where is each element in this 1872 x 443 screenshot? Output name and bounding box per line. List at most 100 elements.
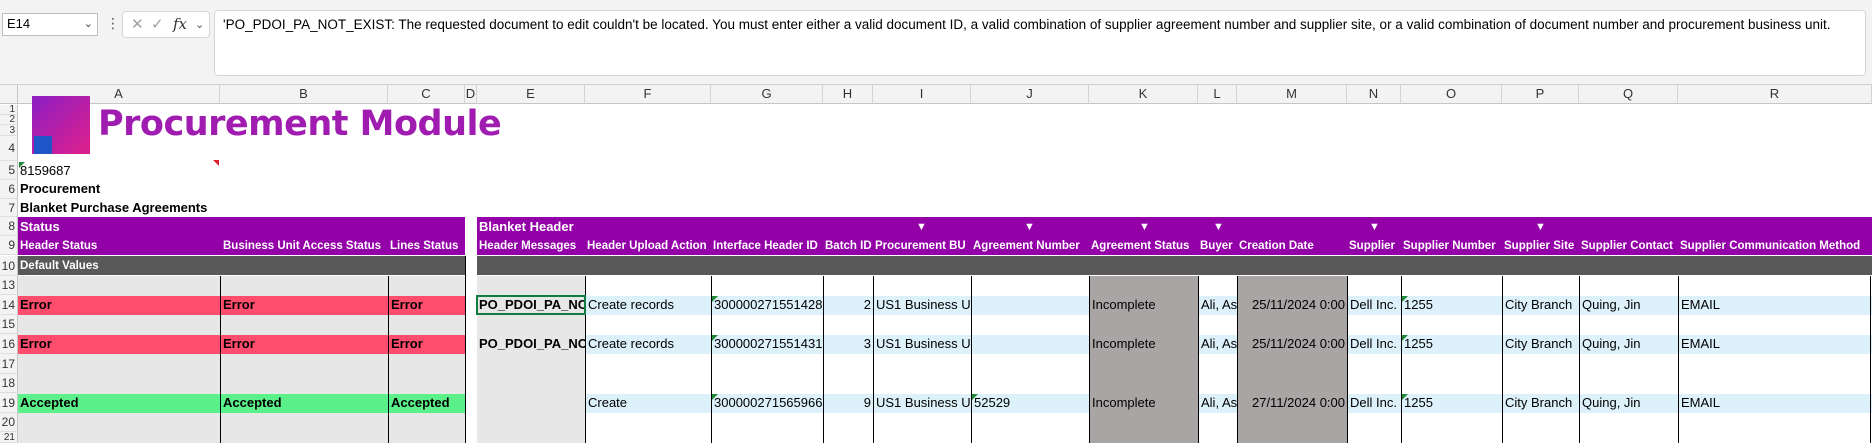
column-header-h[interactable]: H <box>823 85 873 104</box>
name-box[interactable]: E14 ⌄ <box>2 13 98 36</box>
col-creation-date[interactable]: Creation Date <box>1237 237 1347 255</box>
row-header-17[interactable]: 17 <box>0 354 18 374</box>
row-header-4[interactable]: 4 <box>0 136 18 161</box>
supplier-number-cell[interactable]: 1255 <box>1402 335 1502 354</box>
row-header-6[interactable]: 6 <box>0 180 18 199</box>
buyer-cell[interactable]: Ali, As <box>1199 335 1237 354</box>
supplier-comm-method-cell[interactable]: EMAIL <box>1679 394 1870 413</box>
insert-function-icon[interactable]: fx <box>173 15 187 33</box>
interface-header-id-cell[interactable]: 300000271565966 <box>712 394 823 413</box>
agreement-status-cell[interactable]: Incomplete <box>1090 296 1198 315</box>
supplier-cell[interactable]: Dell Inc. <box>1348 296 1401 315</box>
agreement-number-cell[interactable] <box>972 335 1089 354</box>
row-header-16[interactable]: 16 <box>0 334 18 354</box>
filter-dropdown-icon[interactable]: ▼ <box>1139 221 1150 233</box>
interface-header-id-cell[interactable]: 300000271551428 <box>712 296 823 315</box>
filter-dropdown-icon[interactable]: ▼ <box>916 221 927 233</box>
column-header-n[interactable]: N <box>1347 85 1401 104</box>
col-supplier-contact[interactable]: Supplier Contact <box>1579 237 1678 255</box>
column-header-j[interactable]: J <box>971 85 1089 104</box>
col-supplier-site[interactable]: Supplier Site <box>1502 237 1579 255</box>
row-header-21[interactable]: 21 <box>0 432 18 443</box>
col-agreement-status[interactable]: Agreement Status <box>1089 237 1198 255</box>
cancel-icon[interactable]: ✕ <box>131 15 144 33</box>
formula-input[interactable]: 'PO_PDOI_PA_NOT_EXIST: The requested doc… <box>214 10 1866 76</box>
supplier-number-cell[interactable]: 1255 <box>1402 394 1502 413</box>
col-lines-status[interactable]: Lines Status <box>388 237 465 255</box>
col-header-upload-action[interactable]: Header Upload Action <box>585 237 711 255</box>
column-header-m[interactable]: M <box>1237 85 1347 104</box>
creation-date-cell[interactable]: 27/11/2024 0:00 <box>1238 394 1347 413</box>
col-supplier[interactable]: Supplier <box>1347 237 1401 255</box>
row-header-20[interactable]: 20 <box>0 413 18 432</box>
supplier-comm-method-cell[interactable]: EMAIL <box>1679 296 1870 315</box>
column-header-e[interactable]: E <box>477 85 585 104</box>
column-header-p[interactable]: P <box>1502 85 1579 104</box>
batch-id-cell[interactable]: 2 <box>824 296 873 315</box>
row-header-3[interactable]: 3 <box>0 125 18 136</box>
agreement-number-cell[interactable]: 52529 <box>972 394 1089 413</box>
procurement-bu-cell[interactable]: US1 Business Unit <box>874 335 971 354</box>
upload-action-cell[interactable]: Create records <box>586 296 711 315</box>
buyer-cell[interactable]: Ali, As <box>1199 394 1237 413</box>
column-header-b[interactable]: B <box>220 85 388 104</box>
agreement-status-cell[interactable]: Incomplete <box>1090 335 1198 354</box>
bu-access-status-cell[interactable]: Accepted <box>221 394 388 413</box>
column-header-o[interactable]: O <box>1401 85 1502 104</box>
supplier-contact-cell[interactable]: Quing, Jin <box>1580 394 1678 413</box>
row-header-7[interactable]: 7 <box>0 199 18 217</box>
agreement-status-cell[interactable]: Incomplete <box>1090 394 1198 413</box>
header-message-cell[interactable]: PO_PDOI_PA_NOT_EXIST <box>477 335 585 354</box>
supplier-contact-cell[interactable]: Quing, Jin <box>1580 296 1678 315</box>
column-header-f[interactable]: F <box>585 85 711 104</box>
column-header-c[interactable]: C <box>388 85 465 104</box>
col-agreement-number[interactable]: Agreement Number <box>971 237 1089 255</box>
more-options-icon[interactable]: ⋮ <box>106 15 120 32</box>
info-id[interactable]: 8159687 <box>18 162 218 180</box>
lines-status-cell[interactable]: Error <box>389 335 465 354</box>
header-status-cell[interactable]: Error <box>18 296 220 315</box>
supplier-cell[interactable]: Dell Inc. <box>1348 335 1401 354</box>
expand-icon[interactable]: ⌄ <box>195 18 204 31</box>
lines-status-cell[interactable]: Accepted <box>389 394 465 413</box>
row-header-13[interactable]: 13 <box>0 276 18 295</box>
batch-id-cell[interactable]: 9 <box>824 394 873 413</box>
supplier-comm-method-cell[interactable]: EMAIL <box>1679 335 1870 354</box>
creation-date-cell[interactable]: 25/11/2024 0:00 <box>1238 296 1347 315</box>
supplier-site-cell[interactable]: City Branch <box>1503 296 1579 315</box>
column-header-l[interactable]: L <box>1198 85 1237 104</box>
interface-header-id-cell[interactable]: 300000271551431 <box>712 335 823 354</box>
column-header-g[interactable]: G <box>711 85 823 104</box>
row-header-10[interactable]: 10 <box>0 256 18 276</box>
procurement-bu-cell[interactable]: US1 Business Unit <box>874 394 971 413</box>
upload-action-cell[interactable]: Create <box>586 394 711 413</box>
creation-date-cell[interactable]: 25/11/2024 0:00 <box>1238 335 1347 354</box>
header-message-cell[interactable] <box>477 394 585 413</box>
row-header-18[interactable]: 18 <box>0 374 18 393</box>
row-header-9[interactable]: 9 <box>0 236 18 255</box>
col-supplier-comm-method[interactable]: Supplier Communication Method <box>1678 237 1872 255</box>
header-status-cell[interactable]: Error <box>18 335 220 354</box>
row-header-8[interactable]: 8 <box>0 217 18 236</box>
bu-access-status-cell[interactable]: Error <box>221 335 388 354</box>
col-batch-id[interactable]: Batch ID <box>823 237 873 255</box>
column-header-d[interactable]: D <box>465 85 477 104</box>
col-supplier-number[interactable]: Supplier Number <box>1401 237 1502 255</box>
filter-dropdown-icon[interactable]: ▼ <box>1369 221 1380 233</box>
row-header-15[interactable]: 15 <box>0 315 18 334</box>
col-procurement-bu[interactable]: Procurement BU <box>873 237 971 255</box>
row-header-19[interactable]: 19 <box>0 393 18 413</box>
agreement-number-cell[interactable] <box>972 296 1089 315</box>
column-header-i[interactable]: I <box>873 85 971 104</box>
col-bu-access-status[interactable]: Business Unit Access Status <box>221 237 389 255</box>
lines-status-cell[interactable]: Error <box>389 296 465 315</box>
col-header-status[interactable]: Header Status <box>18 237 218 255</box>
row-header-5[interactable]: 5 <box>0 161 18 180</box>
filter-dropdown-icon[interactable]: ▼ <box>1024 221 1035 233</box>
enter-icon[interactable]: ✓ <box>151 15 164 33</box>
supplier-number-cell[interactable]: 1255 <box>1402 296 1502 315</box>
upload-action-cell[interactable]: Create records <box>586 335 711 354</box>
info-module[interactable]: Procurement <box>18 180 218 198</box>
info-doc-type[interactable]: Blanket Purchase Agreements <box>18 199 268 217</box>
column-header-q[interactable]: Q <box>1579 85 1678 104</box>
